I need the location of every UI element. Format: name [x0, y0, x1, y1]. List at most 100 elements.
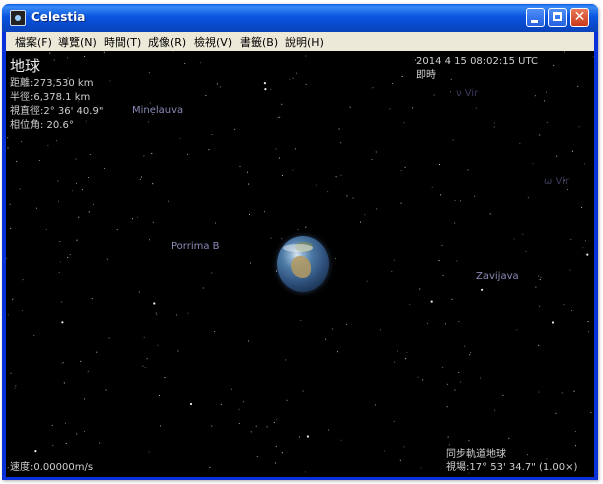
star-point	[187, 312, 189, 314]
menu-help[interactable]: 說明(H)	[285, 34, 324, 50]
sky-viewport[interactable]: 地球 距離:273,530 km 半徑:6,378.1 km 視直徑:2° 36…	[6, 51, 594, 477]
minimize-button[interactable]	[526, 8, 545, 27]
star-point	[109, 80, 111, 82]
star-point	[281, 238, 283, 240]
star-point	[460, 381, 462, 383]
star-label-minelauva[interactable]: Minelauva	[132, 105, 183, 116]
star-point	[247, 340, 249, 342]
star-point	[179, 137, 181, 140]
star-point	[156, 314, 158, 316]
star-point	[75, 182, 78, 184]
star-point	[144, 366, 146, 369]
star-point	[433, 94, 435, 96]
star-point	[255, 425, 257, 427]
star-point	[49, 52, 51, 54]
menu-render[interactable]: 成像(R)	[148, 34, 186, 50]
star-point	[430, 300, 433, 303]
star-label-porrima-b[interactable]: Porrima B	[171, 241, 220, 252]
star-point	[561, 392, 563, 394]
star-point	[75, 158, 77, 160]
star-point	[208, 149, 210, 151]
star-point	[545, 91, 547, 93]
star-point	[540, 276, 542, 278]
star-point	[300, 319, 302, 322]
star-point	[211, 272, 213, 274]
star-point	[538, 275, 540, 277]
earth-landmass-africa	[291, 256, 311, 278]
star-point	[508, 437, 510, 439]
star-point	[292, 169, 294, 171]
star-point	[459, 200, 461, 202]
close-button[interactable]: ✕	[570, 8, 589, 27]
celestia-window: Celestia ✕ 檔案(F) 導覽(N) 時間(T) 成像(R) 檢視(V)…	[2, 4, 598, 480]
star-point	[148, 239, 151, 241]
star-point	[584, 240, 587, 242]
star-point	[80, 360, 82, 362]
star-point	[209, 466, 211, 468]
star-point	[375, 151, 377, 153]
star-point	[574, 445, 576, 447]
star-point	[76, 239, 78, 241]
star-point	[281, 103, 283, 105]
star-point	[172, 51, 174, 52]
celestia-app-icon[interactable]	[10, 10, 26, 26]
star-point	[305, 226, 307, 228]
star-point	[349, 106, 351, 108]
menu-bookmarks[interactable]: 書籤(B)	[240, 34, 278, 50]
star-point	[140, 176, 142, 178]
menu-view[interactable]: 檢視(V)	[194, 34, 232, 50]
star-point	[581, 206, 583, 208]
star-point	[389, 108, 391, 110]
star-point	[175, 314, 177, 316]
minimize-icon	[531, 20, 538, 23]
star-point	[470, 351, 472, 354]
star-point	[22, 279, 24, 281]
star-point	[167, 200, 169, 202]
star-point	[116, 229, 118, 231]
simulation-datetime: 2014 4 15 08:02:15 UTC	[416, 56, 538, 67]
star-point	[14, 387, 16, 389]
star-point	[131, 218, 134, 220]
earth-globe[interactable]	[277, 236, 329, 292]
menu-file[interactable]: 檔案(F)	[15, 34, 52, 50]
star-point	[454, 199, 456, 202]
star-point	[583, 163, 585, 165]
star-point	[419, 288, 421, 290]
star-point	[7, 137, 9, 139]
title-bar[interactable]: Celestia ✕	[2, 4, 598, 32]
star-point	[146, 358, 148, 360]
star-point	[411, 107, 414, 109]
star-point	[7, 467, 9, 469]
star-point	[464, 345, 466, 347]
star-point	[346, 195, 348, 197]
menu-navigation[interactable]: 導覽(N)	[58, 34, 97, 50]
star-point	[469, 354, 471, 356]
star-point	[393, 420, 395, 422]
field-of-view: 視場:17° 53' 34.7" (1.00×)	[446, 462, 578, 473]
star-point	[527, 197, 529, 199]
star-label-zavijava[interactable]: Zavijava	[476, 271, 519, 282]
object-phase-angle: 相位角: 20.6°	[10, 120, 74, 131]
star-point	[276, 419, 278, 421]
star-point	[525, 250, 527, 253]
star-label-omega-vir[interactable]: ω Vir	[544, 176, 569, 187]
star-point	[6, 257, 7, 260]
star-point	[586, 253, 589, 256]
selected-object-name: 地球	[10, 57, 41, 75]
star-point	[587, 331, 589, 333]
star-point	[19, 188, 21, 190]
star-point	[278, 157, 280, 159]
menu-time[interactable]: 時間(T)	[104, 34, 141, 50]
star-point	[239, 165, 241, 167]
maximize-button[interactable]	[548, 8, 567, 27]
star-point	[148, 72, 150, 74]
star-point	[493, 122, 495, 124]
star-point	[446, 383, 448, 385]
window-bottom-border	[2, 477, 598, 480]
star-label-nu-vir[interactable]: ν Vir	[456, 88, 478, 99]
star-point	[205, 95, 207, 97]
star-point	[439, 194, 441, 196]
star-point	[493, 409, 496, 411]
star-point	[458, 371, 460, 374]
star-point	[569, 269, 571, 271]
